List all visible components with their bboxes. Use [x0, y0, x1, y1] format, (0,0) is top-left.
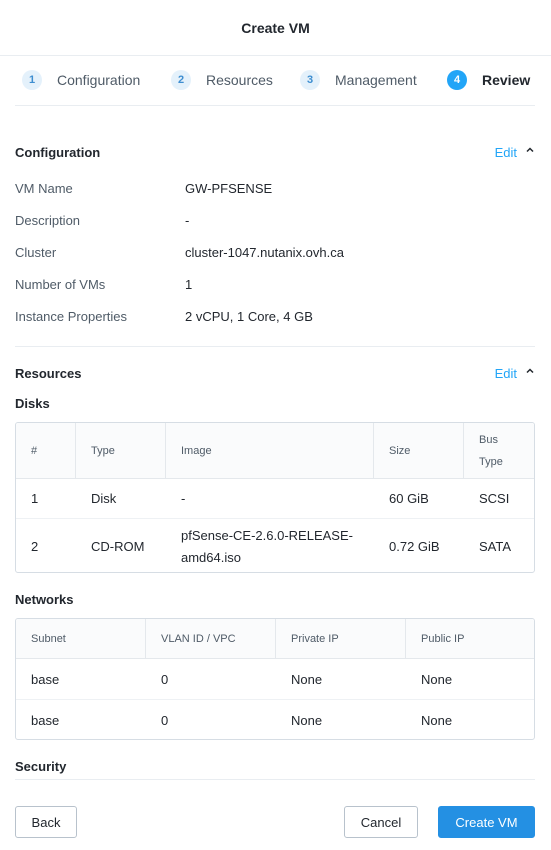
disk-num: 2	[31, 539, 39, 554]
network-vlan: 0	[161, 671, 169, 687]
field-key: Description	[15, 213, 81, 228]
field-value: cluster-1047.nutanix.ovh.ca	[185, 245, 344, 260]
field-value: GW-PFSENSE	[185, 181, 273, 196]
step-number: 4	[447, 70, 467, 90]
table-row: base 0 None None	[16, 700, 534, 739]
table-header-row: # Type Image Size Bus Type	[16, 423, 534, 479]
security-title: Security	[15, 759, 67, 774]
step-resources[interactable]: 2 Resources	[171, 70, 273, 90]
disk-size: 0.72 GiB	[389, 539, 440, 554]
field-key: Cluster	[15, 245, 57, 260]
column-header: #	[16, 423, 76, 478]
wizard-steps: 1 Configuration 2 Resources 3 Management…	[15, 56, 535, 106]
network-subnet: base	[31, 671, 60, 687]
step-number: 2	[171, 70, 191, 90]
disk-size: 60 GiB	[389, 491, 429, 506]
table-row: base 0 None None	[16, 659, 534, 700]
field-value: 1	[185, 277, 193, 292]
disk-type: Disk	[91, 491, 117, 506]
field-key: VM Name	[15, 181, 73, 196]
step-label: Resources	[206, 72, 273, 88]
column-header-bus-type: Bus Type	[464, 423, 534, 478]
disk-bus: SCSI	[479, 491, 510, 506]
field-key: Instance Properties	[15, 309, 128, 324]
network-public-ip: None	[421, 713, 453, 728]
network-public-ip: None	[421, 671, 453, 687]
table-header-row: Subnet VLAN ID / VPC Private IP Public I…	[16, 619, 534, 659]
networks-title: Networks	[15, 592, 74, 607]
table-row: 2 CD-ROM pfSense-CE-2.6.0-RELEASE- amd64…	[16, 519, 534, 572]
disk-image: pfSense-CE-2.6.0-RELEASE- amd64.iso	[166, 519, 353, 572]
network-private-ip: None	[291, 671, 323, 687]
networks-table: Subnet VLAN ID / VPC Private IP Public I…	[15, 618, 535, 740]
configuration-edit-link[interactable]: Edit	[495, 145, 517, 160]
column-header: VLAN ID / VPC	[146, 619, 276, 658]
disks-title: Disks	[15, 396, 50, 411]
disk-image-line: pfSense-CE-2.6.0-RELEASE-	[181, 527, 353, 543]
disk-type: CD-ROM	[91, 539, 145, 554]
disk-image: -	[181, 491, 186, 506]
disk-bus: SATA	[479, 539, 512, 554]
create-vm-button[interactable]: Create VM	[438, 806, 535, 838]
step-label: Management	[335, 72, 417, 88]
column-header: Image	[166, 423, 374, 478]
back-button[interactable]: Back	[15, 806, 77, 838]
section-divider	[15, 779, 535, 780]
chevron-up-icon[interactable]	[526, 146, 534, 154]
step-review[interactable]: 4 Review	[447, 70, 530, 90]
step-label: Configuration	[57, 72, 141, 88]
chevron-up-icon[interactable]	[526, 367, 534, 375]
table-row: 1 Disk - 60 GiB SCSI	[16, 479, 534, 519]
field-key: Number of VMs	[15, 277, 106, 292]
column-header: Size	[374, 423, 464, 478]
step-number: 1	[22, 70, 42, 90]
field-value: 2 vCPU, 1 Core, 4 GB	[185, 309, 313, 324]
network-subnet: base	[31, 713, 60, 728]
column-header: Type	[76, 423, 166, 478]
column-header-line: Type	[479, 455, 503, 468]
resources-title: Resources	[15, 366, 82, 381]
cancel-button[interactable]: Cancel	[344, 806, 418, 838]
step-label: Review	[482, 72, 531, 88]
column-header: Public IP	[421, 632, 465, 645]
disks-table: # Type Image Size Bus Type 1 Disk - 60 G…	[15, 422, 535, 573]
step-number: 3	[300, 70, 320, 90]
network-private-ip: None	[291, 713, 323, 728]
section-divider	[15, 346, 535, 347]
step-configuration[interactable]: 1 Configuration	[22, 70, 140, 90]
dialog-header: Create VM	[0, 0, 551, 56]
field-value: -	[185, 213, 190, 228]
step-management[interactable]: 3 Management	[300, 70, 417, 90]
resources-edit-link[interactable]: Edit	[495, 366, 517, 381]
column-header-line: Bus	[479, 433, 498, 446]
network-vlan: 0	[161, 713, 169, 728]
dialog-title: Create VM	[241, 19, 310, 36]
column-header: Subnet	[16, 619, 146, 658]
column-header: Private IP	[276, 619, 406, 658]
disk-num: 1	[31, 491, 39, 506]
configuration-title: Configuration	[15, 145, 101, 160]
disk-image-line: amd64.iso	[181, 549, 241, 565]
